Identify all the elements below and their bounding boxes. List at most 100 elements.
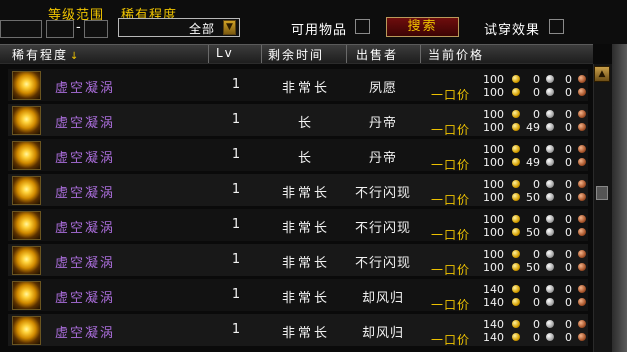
auction-row[interactable]: 虚空凝涡 1 非常长 却风归 140 0 0 一口价 140 0 0 bbox=[8, 279, 588, 312]
copper-amount: 0 bbox=[565, 73, 572, 86]
item-name[interactable]: 虚空凝涡 bbox=[55, 252, 115, 271]
copper-coin-icon bbox=[578, 250, 586, 258]
void-vortex-icon[interactable] bbox=[12, 246, 41, 275]
column-seller[interactable]: 出售者 bbox=[356, 46, 398, 63]
column-divider bbox=[261, 45, 262, 63]
time-left: 非常长 bbox=[281, 81, 330, 96]
column-rarity[interactable]: 稀有程度 ↓ bbox=[12, 46, 80, 63]
item-name[interactable]: 虚空凝涡 bbox=[55, 287, 115, 306]
seller-name: 不行闪现 bbox=[354, 256, 411, 271]
gold-amount: 140 bbox=[483, 283, 504, 296]
copper-coin-icon bbox=[578, 215, 586, 223]
column-time-left[interactable]: 剩余时间 bbox=[268, 46, 324, 63]
column-divider bbox=[346, 45, 347, 63]
void-vortex-icon[interactable] bbox=[12, 176, 41, 205]
void-vortex-icon[interactable] bbox=[12, 141, 41, 170]
auction-row[interactable]: 虚空凝涡 1 非常长 不行闪现 100 0 0 一口价 100 50 0 bbox=[8, 174, 588, 207]
time-left: 非常长 bbox=[281, 291, 330, 306]
copper-amount: 0 bbox=[565, 178, 572, 191]
try-on-checkbox[interactable] bbox=[549, 19, 564, 34]
gold-amount: 100 bbox=[483, 191, 504, 204]
column-divider bbox=[420, 45, 421, 63]
gold-amount: 100 bbox=[483, 261, 504, 274]
buyout-price: 100 50 0 bbox=[478, 226, 588, 239]
item-level: 1 bbox=[231, 217, 241, 232]
copper-coin-icon bbox=[578, 320, 586, 328]
item-name[interactable]: 虚空凝涡 bbox=[55, 217, 115, 236]
copper-amount: 0 bbox=[565, 331, 572, 344]
name-search-field[interactable] bbox=[0, 20, 42, 38]
copper-coin-icon bbox=[578, 263, 586, 271]
bid-price: 140 0 0 bbox=[478, 318, 588, 331]
copper-coin-icon bbox=[578, 285, 586, 293]
bid-price: 100 0 0 bbox=[478, 73, 588, 86]
item-name[interactable]: 虚空凝涡 bbox=[55, 182, 115, 201]
buyout-price: 100 49 0 bbox=[478, 156, 588, 169]
buyout-label: 一口价 bbox=[431, 193, 471, 207]
auction-row[interactable]: 虚空凝涡 1 非常长 夙愿 100 0 0 一口价 100 0 0 bbox=[8, 69, 588, 102]
void-vortex-icon[interactable] bbox=[12, 211, 41, 240]
void-vortex-icon[interactable] bbox=[12, 316, 41, 345]
buyout-price: 140 0 0 bbox=[478, 296, 588, 309]
copper-coin-icon bbox=[578, 298, 586, 306]
buyout-price: 100 50 0 bbox=[478, 191, 588, 204]
void-vortex-icon[interactable] bbox=[12, 106, 41, 135]
chevron-down-icon[interactable]: ▼ bbox=[223, 20, 236, 35]
search-button[interactable]: 搜索 bbox=[386, 17, 459, 37]
min-level-input[interactable] bbox=[46, 20, 74, 38]
auction-row[interactable]: 虚空凝涡 1 长丹帝 100 0 0 一口价 100 49 0 bbox=[8, 139, 588, 172]
usable-items-label: 可用物品 bbox=[291, 23, 348, 38]
item-name[interactable]: 虚空凝涡 bbox=[55, 112, 115, 131]
item-level: 1 bbox=[231, 147, 241, 162]
gold-amount: 100 bbox=[483, 248, 504, 261]
column-level[interactable]: Lv bbox=[216, 46, 234, 60]
buyout-price: 140 0 0 bbox=[478, 331, 588, 344]
bid-price: 100 0 0 bbox=[478, 178, 588, 191]
silver-amount: 0 bbox=[533, 248, 540, 261]
seller-name: 不行闪现 bbox=[354, 221, 411, 236]
item-level: 1 bbox=[231, 112, 241, 127]
rarity-dropdown[interactable]: 全部 ▼ bbox=[118, 18, 240, 37]
buyout-label: 一口价 bbox=[431, 298, 471, 312]
copper-amount: 0 bbox=[565, 213, 572, 226]
copper-coin-icon bbox=[578, 180, 586, 188]
buyout-price: 100 49 0 bbox=[478, 121, 588, 134]
bid-price: 100 0 0 bbox=[478, 143, 588, 156]
void-vortex-icon[interactable] bbox=[12, 281, 41, 310]
seller-name: 丹帝 bbox=[368, 116, 397, 131]
buyout-label: 一口价 bbox=[431, 88, 471, 102]
item-name[interactable]: 虚空凝涡 bbox=[55, 77, 115, 96]
item-name[interactable]: 虚空凝涡 bbox=[55, 147, 115, 166]
copper-amount: 0 bbox=[565, 226, 572, 239]
silver-amount: 49 bbox=[526, 156, 540, 169]
scrollbar-track[interactable] bbox=[593, 64, 612, 352]
level-dash: - bbox=[76, 20, 82, 35]
item-name[interactable]: 虚空凝涡 bbox=[55, 322, 115, 341]
silver-amount: 50 bbox=[526, 191, 540, 204]
copper-amount: 0 bbox=[565, 86, 572, 99]
item-level: 1 bbox=[231, 252, 241, 267]
copper-coin-icon bbox=[578, 228, 586, 236]
auction-row[interactable]: 虚空凝涡 1 非常长 却风归 140 0 0 一口价 140 0 0 bbox=[8, 314, 588, 347]
column-current-price[interactable]: 当前价格 bbox=[428, 46, 484, 63]
gold-amount: 140 bbox=[483, 318, 504, 331]
void-vortex-icon[interactable] bbox=[12, 71, 41, 100]
auction-row[interactable]: 虚空凝涡 1 非常长 不行闪现 100 0 0 一口价 100 50 0 bbox=[8, 209, 588, 242]
seller-name: 却风归 bbox=[361, 326, 404, 341]
copper-amount: 0 bbox=[565, 283, 572, 296]
copper-coin-icon bbox=[578, 333, 586, 341]
buyout-price: 100 0 0 bbox=[478, 86, 588, 99]
scroll-up-icon[interactable]: ▲ bbox=[594, 66, 610, 82]
auction-row[interactable]: 虚空凝涡 1 长丹帝 100 0 0 一口价 100 49 0 bbox=[8, 104, 588, 137]
scrollbar-thumb[interactable] bbox=[596, 186, 608, 200]
copper-amount: 0 bbox=[565, 296, 572, 309]
max-level-input[interactable] bbox=[84, 20, 108, 38]
time-left: 非常长 bbox=[281, 326, 330, 341]
silver-amount: 50 bbox=[526, 226, 540, 239]
copper-coin-icon bbox=[578, 123, 586, 131]
seller-name: 丹帝 bbox=[368, 151, 397, 166]
buyout-price: 100 50 0 bbox=[478, 261, 588, 274]
auction-row[interactable]: 虚空凝涡 1 非常长 不行闪现 100 0 0 一口价 100 50 0 bbox=[8, 244, 588, 277]
copper-amount: 0 bbox=[565, 248, 572, 261]
usable-items-checkbox[interactable] bbox=[355, 19, 370, 34]
